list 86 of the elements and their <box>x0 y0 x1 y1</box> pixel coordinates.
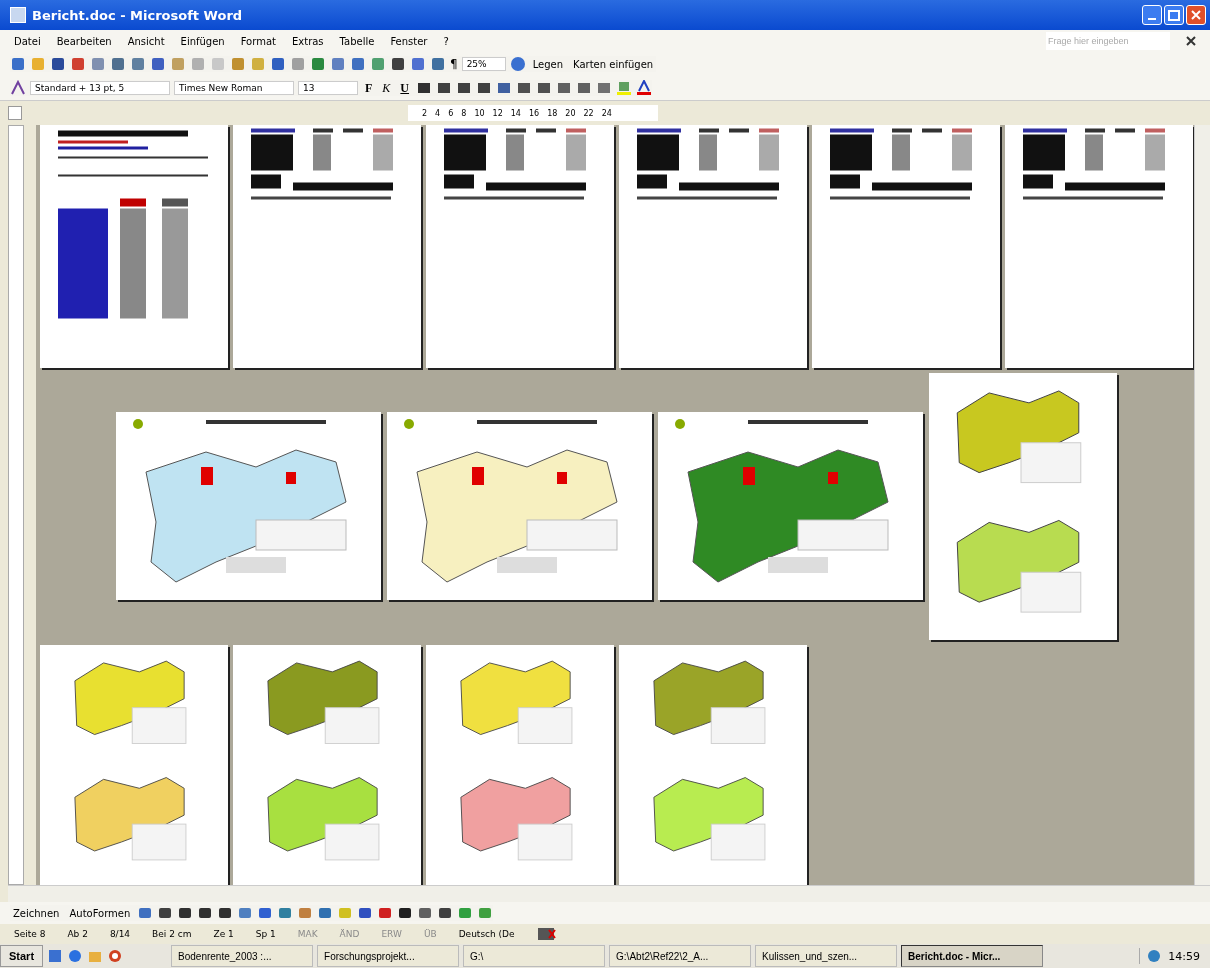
status-field: ERW <box>381 929 402 939</box>
vertical-scrollbar[interactable] <box>1194 125 1210 885</box>
ruler-number: 4 <box>435 108 441 118</box>
clock: 14:59 <box>1168 949 1200 963</box>
pilcrow-button[interactable]: ¶ <box>450 57 458 71</box>
toolbar-icon[interactable] <box>536 80 553 96</box>
status-field: Ze 1 <box>213 929 234 939</box>
window-title: Bericht.doc - Microsoft Word <box>32 7 243 23</box>
horizontal-scrollbar[interactable] <box>8 885 1210 902</box>
zoom-dropdown[interactable]: 25% <box>461 57 506 71</box>
ruler-number: 14 <box>510 108 521 118</box>
ruler-number: 20 <box>565 108 576 118</box>
menu-item[interactable]: Tabelle <box>339 35 375 47</box>
toolbar-icon[interactable] <box>197 905 214 921</box>
toolbar-icon[interactable] <box>390 56 406 72</box>
circle-icon[interactable] <box>107 948 124 964</box>
toolbar-icon[interactable] <box>436 80 453 96</box>
minimize-button[interactable] <box>1142 5 1162 25</box>
status-field: Seite 8 <box>14 929 46 939</box>
taskbar-button[interactable]: Bodenrente_2003 :... <box>171 945 314 967</box>
network-icon <box>1146 948 1163 964</box>
font-color-icon[interactable] <box>636 80 653 96</box>
karten-button[interactable]: Karten einfügen <box>570 57 657 71</box>
toolbar-icon[interactable] <box>177 905 194 921</box>
menu-item[interactable]: Einfügen <box>180 35 225 47</box>
status-field: ÄND <box>339 929 360 939</box>
menu-item[interactable]: Format <box>240 35 276 47</box>
ruler-number: 2 <box>422 108 428 118</box>
ruler-number: 18 <box>547 108 558 118</box>
toolbar-icon[interactable] <box>456 80 473 96</box>
bold-button[interactable]: F <box>362 80 376 96</box>
close-icon[interactable] <box>1186 36 1196 46</box>
help-icon[interactable] <box>509 56 526 72</box>
toolbar-icon[interactable] <box>516 80 533 96</box>
taskbar-button[interactable]: Bericht.doc - Micr... <box>901 945 1044 967</box>
draw-menu-button[interactable]: Zeichnen <box>10 906 63 920</box>
desktop-icon[interactable] <box>47 948 64 964</box>
toolbar-icon[interactable] <box>416 80 433 96</box>
legen-button[interactable]: Legen <box>529 57 567 71</box>
taskbar-button[interactable]: G:\ <box>463 945 606 967</box>
underline-button[interactable]: U <box>397 80 413 96</box>
browser-icon[interactable] <box>67 948 84 964</box>
status-field: Bei 2 cm <box>152 929 192 939</box>
spelling-icon <box>536 927 557 941</box>
menu-item[interactable]: Extras <box>291 35 324 47</box>
taskbar-button[interactable]: Kulissen_und_szen... <box>755 945 898 967</box>
status-field: 8/14 <box>109 929 131 939</box>
status-field: Sp 1 <box>255 929 276 939</box>
toolbar-icon[interactable] <box>50 56 66 72</box>
start-button[interactable]: Start <box>0 945 44 967</box>
menu-item[interactable]: Datei <box>14 35 41 47</box>
menu-item[interactable]: Bearbeiten <box>56 35 112 47</box>
taskbar-button[interactable]: Forschungsprojekt... <box>317 945 460 967</box>
autoshapes-button[interactable]: AutoFormen <box>66 906 134 920</box>
toolbar-icon[interactable] <box>476 80 493 96</box>
taskbar-button[interactable]: G:\Abt2\Ref22\2_A... <box>609 945 752 967</box>
help-search-field[interactable]: Frage hier eingeben <box>1046 32 1170 50</box>
italic-button[interactable]: K <box>379 80 394 96</box>
close-icon <box>1191 10 1201 20</box>
status-field: ÜB <box>423 929 437 939</box>
ruler-number: 6 <box>448 108 454 118</box>
status-field: MAK <box>297 929 318 939</box>
menu-item[interactable]: ? <box>443 35 449 47</box>
font-dropdown[interactable]: Times New Roman <box>174 81 294 95</box>
status-field: Deutsch (De <box>458 929 515 939</box>
toolbar-icon[interactable] <box>397 905 414 921</box>
ruler-number: 8 <box>461 108 467 118</box>
styles-icon[interactable] <box>10 80 26 96</box>
ruler-number: 12 <box>492 108 503 118</box>
tab-selector[interactable] <box>8 106 22 120</box>
toolbar-icon[interactable] <box>217 905 234 921</box>
font-size-dropdown[interactable]: 13 <box>298 81 358 95</box>
word-icon <box>10 7 26 23</box>
menu-item[interactable]: Ansicht <box>127 35 165 47</box>
toolbar-icon[interactable] <box>157 905 174 921</box>
style-dropdown[interactable]: Standard + 13 pt, 5 <box>30 81 170 95</box>
ruler-number: 10 <box>474 108 485 118</box>
toolbar-icon[interactable] <box>357 905 374 921</box>
ruler-number: 22 <box>583 108 594 118</box>
ruler-number: 16 <box>528 108 540 118</box>
restore-button[interactable] <box>1164 5 1184 25</box>
toolbar-icon[interactable] <box>437 905 454 921</box>
status-field: Ab 2 <box>67 929 88 939</box>
close-button[interactable] <box>1186 5 1206 25</box>
ruler-number: 24 <box>601 108 612 118</box>
menu-item[interactable]: Fenster <box>390 35 428 47</box>
